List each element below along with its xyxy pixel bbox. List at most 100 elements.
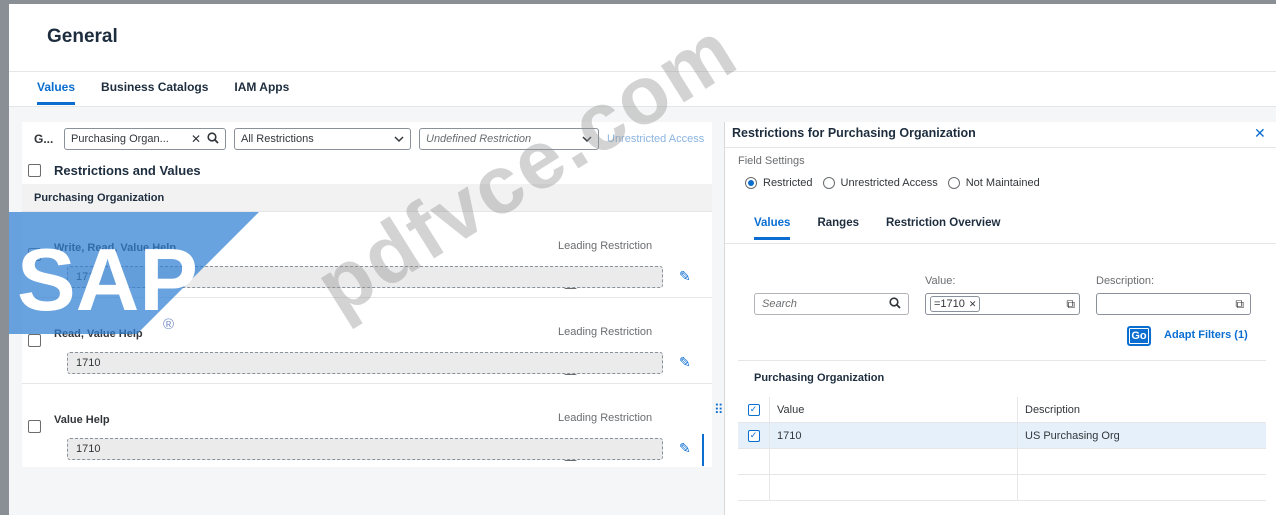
search-icon[interactable] bbox=[889, 296, 901, 312]
value-token-text: =1710 bbox=[934, 298, 965, 310]
leading-restriction-label: Leading Restriction bbox=[558, 412, 653, 424]
value-help-panel: Restrictions for Purchasing Organization… bbox=[725, 122, 1276, 515]
field-settings-label: Field Settings bbox=[738, 155, 805, 167]
search-icon[interactable] bbox=[207, 131, 219, 147]
description-filter-label: Description: bbox=[1096, 275, 1155, 287]
field-settings-radios: Restricted Unrestricted Access Not Maint… bbox=[745, 177, 1040, 189]
restriction-label: Read, Value Help bbox=[54, 328, 143, 340]
clear-icon[interactable]: ✕ bbox=[191, 132, 201, 146]
field-combo-value: Purchasing Organ... bbox=[71, 133, 169, 145]
table-row-empty bbox=[738, 475, 1266, 501]
column-header-value[interactable]: Value bbox=[770, 397, 1018, 422]
column-header-description[interactable]: Description bbox=[1018, 397, 1266, 422]
group-header: Purchasing Organization bbox=[22, 184, 712, 212]
radio-label: Not Maintained bbox=[965, 177, 1040, 189]
value-help-icon[interactable]: ⧉ bbox=[1066, 297, 1075, 312]
radio-button[interactable] bbox=[745, 177, 757, 189]
page-tabs: Values Business Catalogs IAM Apps bbox=[37, 80, 289, 105]
radio-unrestricted-access[interactable]: Unrestricted Access bbox=[822, 177, 938, 189]
group-label: G... bbox=[34, 132, 54, 146]
edit-icon[interactable]: ✎ bbox=[679, 440, 691, 457]
row-select-cell: ✓ bbox=[738, 423, 770, 448]
select-all-row: Restrictions and Values bbox=[22, 156, 712, 184]
object-page-header: General Values Business Catalogs IAM App… bbox=[9, 4, 1276, 107]
table-grid: ✓ Value Description ✓ 1710 US Purchasing… bbox=[738, 397, 1266, 501]
tab-ranges[interactable]: Ranges bbox=[817, 217, 859, 240]
adapt-filters-button[interactable]: Adapt Filters (1) bbox=[1164, 329, 1248, 341]
header-separator bbox=[9, 71, 1276, 72]
select-all-checkbox[interactable]: ✓ bbox=[747, 403, 760, 416]
restriction-value-field[interactable]: 1710 bbox=[67, 438, 663, 460]
page-title: General bbox=[47, 26, 118, 47]
tab-iam-apps[interactable]: IAM Apps bbox=[234, 80, 289, 105]
search-field[interactable]: Search bbox=[754, 293, 909, 315]
radio-button[interactable] bbox=[822, 177, 835, 189]
restriction-row: Value Help Leading Restriction 1710 ✎ bbox=[22, 384, 712, 470]
restriction-label: Write, Read, Value Help bbox=[54, 242, 177, 254]
radio-button[interactable] bbox=[947, 177, 960, 189]
restriction-label: Value Help bbox=[54, 414, 110, 426]
filter-bar: G... Purchasing Organ... ✕ All Restricti… bbox=[22, 122, 712, 156]
restriction-checkbox[interactable] bbox=[28, 420, 41, 433]
select-all-checkbox[interactable] bbox=[28, 163, 41, 177]
tab-restriction-overview[interactable]: Restriction Overview bbox=[886, 217, 1000, 240]
select-all-cell: ✓ bbox=[738, 397, 770, 422]
edit-icon[interactable]: ✎ bbox=[679, 354, 691, 371]
close-icon[interactable]: ✕ bbox=[1254, 125, 1266, 142]
restriction-row: Write, Read, Value Help Leading Restrict… bbox=[22, 212, 712, 298]
leading-restriction: Leading Restriction bbox=[558, 326, 653, 375]
leading-restriction-label: Leading Restriction bbox=[558, 240, 653, 252]
selection-indicator bbox=[702, 434, 704, 466]
restrictions-panel: G... Purchasing Organ... ✕ All Restricti… bbox=[22, 122, 712, 467]
radio-not-maintained[interactable]: Not Maintained bbox=[947, 177, 1040, 189]
table-header-row: ✓ Value Description bbox=[738, 397, 1266, 423]
cell-value: 1710 bbox=[770, 423, 1018, 448]
empty-cell bbox=[770, 449, 1018, 474]
radio-restricted[interactable]: Restricted bbox=[745, 177, 813, 189]
chevron-down-icon bbox=[394, 132, 404, 146]
values-table: Purchasing Organization ✓ Value Descript… bbox=[738, 361, 1266, 515]
radio-label: Restricted bbox=[763, 177, 813, 189]
cell-description: US Purchasing Org bbox=[1025, 429, 1120, 442]
restriction-select[interactable]: All Restrictions bbox=[234, 128, 411, 150]
unrestricted-access-button[interactable]: Unrestricted Access bbox=[607, 133, 704, 145]
empty-cell bbox=[1018, 449, 1266, 474]
row-checkbox[interactable]: ✓ bbox=[747, 429, 760, 442]
value-filter-label: Value: bbox=[925, 275, 956, 287]
description-filter-field[interactable]: ⧉ bbox=[1096, 293, 1251, 315]
restriction-type-placeholder: Undefined Restriction bbox=[426, 133, 532, 145]
restriction-select-value: All Restrictions bbox=[241, 133, 314, 145]
tab-business-catalogs[interactable]: Business Catalogs bbox=[101, 80, 208, 105]
empty-cell bbox=[770, 475, 1018, 500]
restriction-row: Read, Value Help Leading Restriction 171… bbox=[22, 298, 712, 384]
value-help-icon[interactable]: ⧉ bbox=[1235, 297, 1244, 312]
leading-restriction: Leading Restriction bbox=[558, 240, 653, 289]
resize-grip-icon[interactable]: ⠿ bbox=[714, 402, 723, 418]
value-filter-field[interactable]: =1710 ✕ ⧉ bbox=[925, 293, 1080, 315]
chevron-down-icon bbox=[582, 132, 592, 146]
field-combo[interactable]: Purchasing Organ... ✕ bbox=[64, 128, 226, 150]
go-button[interactable]: Go bbox=[1127, 326, 1151, 346]
restriction-value-field[interactable]: 1710 bbox=[67, 352, 663, 374]
restriction-type-select[interactable]: Undefined Restriction bbox=[419, 128, 599, 150]
tabs-separator bbox=[725, 243, 1276, 244]
value-token[interactable]: =1710 ✕ bbox=[930, 296, 981, 312]
restriction-checkbox[interactable] bbox=[28, 248, 41, 261]
table-title: Purchasing Organization bbox=[754, 372, 885, 384]
panel-header-line bbox=[725, 147, 1276, 148]
section-title: Restrictions and Values bbox=[54, 162, 201, 178]
filter-area: Search Value: =1710 ✕ ⧉ Description: ⧉ G… bbox=[738, 253, 1266, 361]
table-row[interactable]: ✓ 1710 US Purchasing Org bbox=[738, 423, 1266, 449]
tab-values[interactable]: Values bbox=[754, 217, 791, 240]
edit-icon[interactable]: ✎ bbox=[679, 268, 691, 285]
panel-title: Restrictions for Purchasing Organization bbox=[732, 126, 976, 140]
restriction-checkbox[interactable] bbox=[28, 334, 41, 347]
token-remove-icon[interactable]: ✕ bbox=[969, 299, 977, 310]
radio-label: Unrestricted Access bbox=[840, 177, 938, 189]
restriction-value-field[interactable]: 1710 bbox=[67, 266, 663, 288]
tab-values[interactable]: Values bbox=[37, 80, 76, 105]
empty-cell bbox=[738, 475, 770, 500]
leading-restriction-label: Leading Restriction bbox=[558, 326, 653, 338]
leading-restriction: Leading Restriction bbox=[558, 412, 653, 461]
empty-cell bbox=[1018, 475, 1266, 500]
